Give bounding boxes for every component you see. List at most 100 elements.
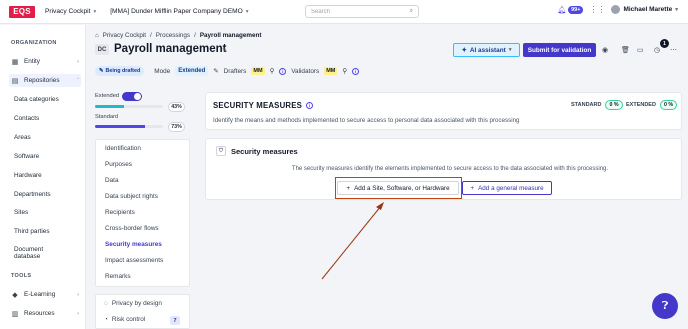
sidebar-subitem-hardware[interactable]: Hardware [14,172,42,179]
section-title-label: SECURITY MEASURES [213,101,303,110]
sidebar-subitem-departments[interactable]: Departments [14,191,51,198]
mode-value[interactable]: Extended [175,66,209,76]
search-box[interactable]: ⌕ [305,5,419,18]
info-icon[interactable]: i [279,67,287,75]
chevron-down-icon: ▾ [245,8,249,15]
step-recipients[interactable]: Recipients [105,209,135,216]
step-identification[interactable]: Identification [105,145,141,152]
pen-icon: ✎ [99,68,104,74]
sidebar-item-label: Entity [24,58,40,65]
plus-icon: + [470,184,475,192]
sidebar-item-elearning[interactable]: ◆ E-Learning › [9,288,81,301]
status-badge: ✎ Being drafted [95,66,145,76]
breadcrumb: ⌂ Privacy Cockpit / Processings / Payrol… [95,32,261,39]
notification-count-badge: 99+ [568,5,584,14]
chevron-right-icon: › [77,58,79,65]
gauge-icon: ◔ [104,316,108,323]
edit-icon[interactable]: ✎ [222,46,227,54]
step-impact-assessments[interactable]: Impact assessments [105,257,163,264]
top-bar: EQS Privacy Cockpit ▾ [MMA] Dunder Miffl… [0,0,688,24]
more-options-icon[interactable]: ⋯ [670,46,677,54]
sidebar-subitem-software[interactable]: Software [14,153,39,160]
standard-completion-label: STANDARD [571,102,602,108]
step-security-measures[interactable]: Security measures [105,241,162,248]
add-user-icon[interactable]: ⚲ [342,67,347,75]
annotation-arrow-head [376,202,384,210]
sidebar-subitem-document-database[interactable]: Document database [14,246,43,260]
add-user-icon[interactable]: ⚲ [270,67,275,75]
user-menu[interactable]: Michael Marette ▾ [611,5,678,14]
org-selector[interactable]: [MMA] Dunder Mifflin Paper Company DEMO … [110,8,248,15]
chat-icon: ❓︎ [661,299,669,312]
notifications-button[interactable]: 🔔︎ 99+ [557,5,584,14]
step-label: Risk control [111,316,146,323]
validator-avatar[interactable]: MM [324,67,338,75]
top-right-area: 🔔︎ 99+ ⋮⋮ Michael Marette ▾ [557,5,678,14]
sidebar-subitem-sites[interactable]: Sites [14,209,28,216]
drafters-label: Drafters [223,67,247,75]
extended-completion: EXTENDED 0 % [626,100,678,110]
chevron-down-icon: ▾ [93,8,97,15]
apps-grid-icon[interactable]: ⋮⋮ [589,5,605,14]
step-remarks[interactable]: Remarks [105,273,131,280]
step-risk-control[interactable]: ◔ Risk control [104,316,145,323]
sidebar-item-repositories[interactable]: ▤ Repositories ˆ [9,74,81,87]
submit-for-validation-button[interactable]: Submit for validation [523,43,596,57]
sidebar-subitem-label-line1: Document [14,246,44,253]
sidebar-item-entity[interactable]: ▦ Entity › [9,55,81,68]
sidebar-item-resources[interactable]: ▥ Resources › [9,307,81,320]
add-general-measure-button[interactable]: + Add a general measure [462,181,552,195]
add-site-software-hardware-button[interactable]: + Add a Site, Software, or Hardware [337,181,459,195]
avatar [611,5,621,14]
search-input[interactable] [311,8,401,15]
standard-progress-label: Standard [95,114,119,120]
step-label: Privacy by design [111,300,162,307]
standard-progress-bar [95,125,163,128]
organization-section-title: ORGANIZATION [11,40,57,46]
plus-icon: + [346,184,351,192]
trash-icon[interactable]: 🗑︎ [621,46,630,54]
sidebar-subitem-areas[interactable]: Areas [14,134,31,141]
annotation-arrow-line [321,205,382,280]
extended-completion-label: EXTENDED [626,102,656,108]
comments-icon[interactable]: ▭ [637,46,644,54]
bell-icon: 🔔︎ [557,6,567,14]
sidebar-subitem-contacts[interactable]: Contacts [14,115,39,122]
info-icon[interactable]: i [306,102,314,109]
risk-count-badge: 7 [170,316,180,325]
ai-assistant-button[interactable]: ✦ AI assistant ▾ [453,43,520,57]
sparkle-icon: ✦ [461,47,467,54]
breadcrumb-separator: / [150,32,152,39]
section-title: SECURITY MEASURES i [213,101,314,110]
sidebar-subitem-data-categories[interactable]: Data categories [14,96,59,103]
eqs-logo[interactable]: EQS [9,5,35,18]
breadcrumb-item-processings[interactable]: Processings [156,32,190,39]
drafter-avatar[interactable]: MM [251,67,265,75]
sidebar-subitem-label-line2: database [14,253,41,260]
breadcrumb-separator: / [194,32,196,39]
security-measures-card: ⛉ Security measures The security measure… [205,138,682,200]
step-purposes[interactable]: Purposes [105,161,132,168]
app-selector-label: Privacy Cockpit [45,8,91,15]
app-selector[interactable]: Privacy Cockpit ▾ [45,8,96,15]
breadcrumb-item-privacy-cockpit[interactable]: Privacy Cockpit [103,32,146,39]
security-measures-header-card: SECURITY MEASURES i Identify the means a… [205,92,682,130]
chevron-right-icon: › [77,310,79,317]
history-icon[interactable]: ◷ [654,46,660,54]
sidebar-subitem-third-parties[interactable]: Third parties [14,228,50,235]
extended-progress-fill [95,105,125,108]
step-data[interactable]: Data [105,177,119,184]
card-description: The security measures identify the eleme… [291,166,609,172]
lightbulb-icon: ◌ [104,300,108,307]
chat-help-button[interactable]: ❓︎ [652,293,678,319]
info-icon[interactable]: i [352,67,360,75]
eye-icon[interactable]: ◉ [602,46,608,54]
user-name: Michael Marette [623,6,673,13]
mode-label: Mode [154,67,171,75]
ai-assistant-label: AI assistant [469,46,506,54]
validators-label: Validators [291,67,320,75]
step-privacy-by-design[interactable]: ◌ Privacy by design [104,300,162,307]
step-data-subject-rights[interactable]: Data subject rights [105,193,158,200]
extended-toggle[interactable] [122,92,142,101]
step-cross-border-flows[interactable]: Cross-border flows [105,225,159,232]
